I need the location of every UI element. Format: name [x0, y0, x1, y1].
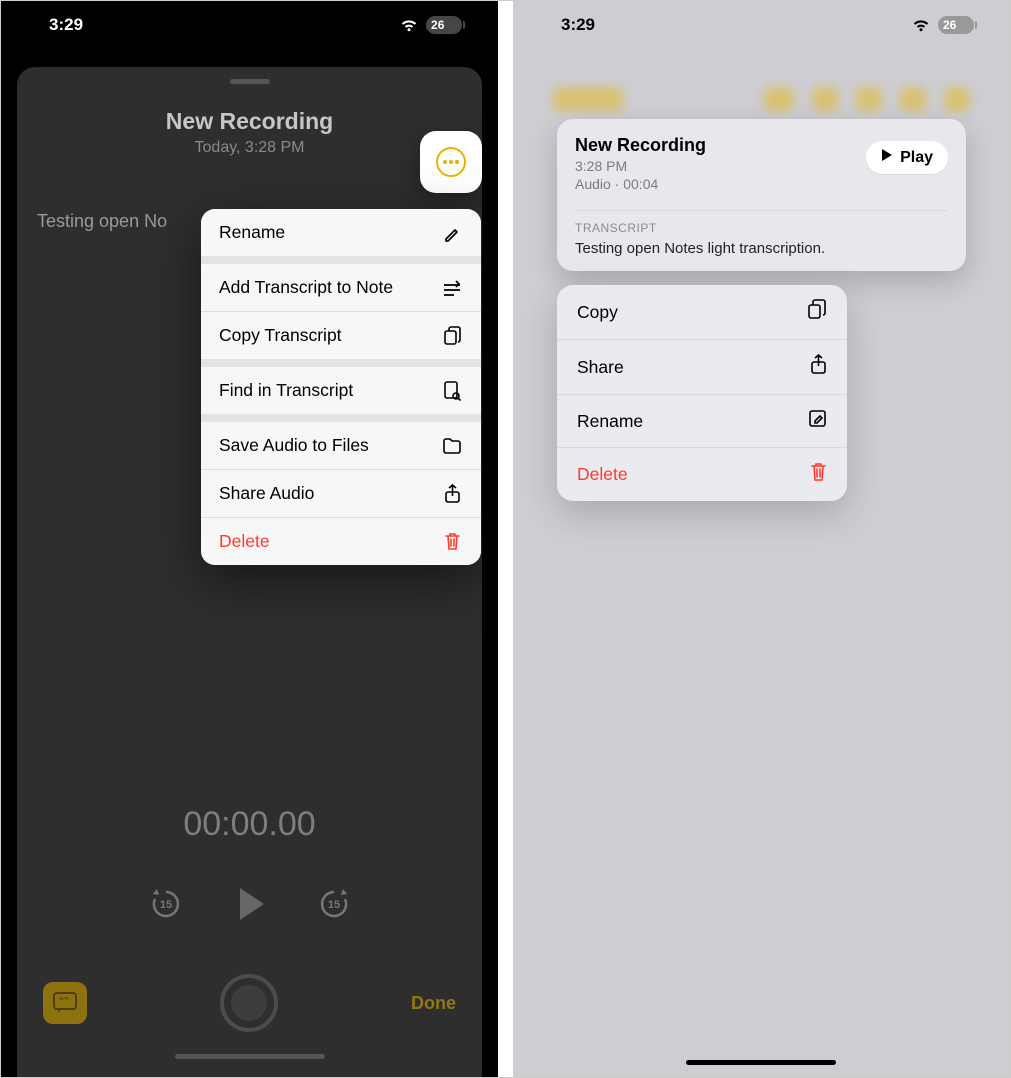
menu-label: Copy Transcript	[219, 325, 342, 346]
text-insert-icon	[441, 280, 463, 296]
svg-text:15: 15	[159, 899, 171, 911]
screenshot-divider	[498, 1, 513, 1077]
home-indicator[interactable]	[686, 1060, 836, 1065]
doc-search-icon	[441, 381, 463, 401]
skip-forward-button[interactable]: 15	[316, 886, 352, 922]
transcript-text: Testing open Notes light transcription.	[575, 240, 948, 257]
blurred-toolbar	[553, 87, 970, 123]
pencil-icon	[441, 224, 463, 242]
share-icon	[810, 354, 827, 380]
menu-item-rename[interactable]: Rename	[557, 395, 847, 447]
card-time: 3:28 PM	[575, 158, 706, 174]
card-title: New Recording	[575, 135, 706, 156]
menu-item-find-transcript[interactable]: Find in Transcript	[201, 367, 481, 414]
recording-title: New Recording	[17, 108, 482, 135]
context-menu: Rename Add Transcript to Note Copy Trans…	[201, 209, 481, 565]
trash-icon	[810, 462, 827, 487]
battery-level: 26	[943, 18, 956, 32]
play-label: Play	[900, 149, 933, 167]
recording-subtitle: Today, 3:28 PM	[17, 139, 482, 157]
svg-text:15: 15	[327, 899, 339, 911]
battery-level: 26	[431, 18, 444, 32]
svg-text:“”: “”	[59, 996, 69, 1007]
menu-label: Delete	[219, 531, 270, 552]
trash-icon	[441, 532, 463, 551]
recording-preview-card[interactable]: New Recording 3:28 PM Audio · 00:04 Play…	[557, 119, 966, 271]
wifi-icon	[911, 18, 931, 33]
status-bar: 3:29 26	[513, 1, 1010, 43]
menu-label: Add Transcript to Note	[219, 277, 393, 298]
menu-label: Rename	[219, 222, 285, 243]
copy-icon	[441, 326, 463, 346]
menu-item-copy[interactable]: Copy	[557, 285, 847, 339]
menu-item-add-transcript[interactable]: Add Transcript to Note	[201, 264, 481, 311]
menu-item-delete[interactable]: Delete	[557, 448, 847, 501]
card-meta: Audio · 00:04	[575, 176, 706, 192]
menu-item-delete[interactable]: Delete	[201, 518, 481, 565]
battery-icon: 26	[426, 16, 462, 34]
phone-left-voice-memos: 3:29 26 New Recording Today, 3:28 PM Tes…	[1, 1, 498, 1077]
play-button[interactable]: Play	[866, 141, 948, 174]
status-bar: 3:29 26	[1, 1, 498, 43]
menu-label: Share	[577, 357, 624, 378]
menu-label: Save Audio to Files	[219, 435, 369, 456]
menu-item-share[interactable]: Share	[557, 340, 847, 394]
edit-icon	[808, 409, 827, 433]
phone-right-notes: 3:29 26 New Recording 3:28 PM Audio · 00…	[513, 1, 1010, 1077]
home-indicator[interactable]	[175, 1054, 325, 1059]
menu-label: Rename	[577, 411, 643, 432]
player-controls: 00:00.00 15 15 “” Done	[17, 805, 482, 1077]
menu-item-rename[interactable]: Rename	[201, 209, 481, 256]
play-button[interactable]	[228, 882, 272, 926]
menu-label: Share Audio	[219, 483, 314, 504]
transcript-button[interactable]: “”	[43, 982, 87, 1024]
menu-item-copy-transcript[interactable]: Copy Transcript	[201, 312, 481, 359]
context-menu: Copy Share Rename Delete	[557, 285, 847, 501]
folder-icon	[441, 438, 463, 454]
menu-label: Delete	[577, 464, 628, 485]
status-time: 3:29	[561, 15, 595, 35]
skip-back-button[interactable]: 15	[148, 886, 184, 922]
sheet-grabber[interactable]	[230, 79, 270, 84]
transcript-section-label: TRANSCRIPT	[575, 210, 948, 235]
battery-icon: 26	[938, 16, 974, 34]
playback-time: 00:00.00	[17, 805, 482, 844]
share-icon	[441, 484, 463, 504]
copy-icon	[807, 299, 827, 325]
status-time: 3:29	[49, 15, 83, 35]
ellipsis-circle-icon	[436, 147, 466, 177]
wifi-icon	[399, 18, 419, 33]
play-icon	[881, 148, 893, 167]
menu-item-save-audio[interactable]: Save Audio to Files	[201, 422, 481, 469]
record-button[interactable]	[220, 974, 278, 1032]
done-button[interactable]: Done	[411, 993, 456, 1014]
menu-label: Find in Transcript	[219, 380, 353, 401]
menu-label: Copy	[577, 302, 618, 323]
menu-item-share-audio[interactable]: Share Audio	[201, 470, 481, 517]
more-button[interactable]	[420, 131, 482, 193]
